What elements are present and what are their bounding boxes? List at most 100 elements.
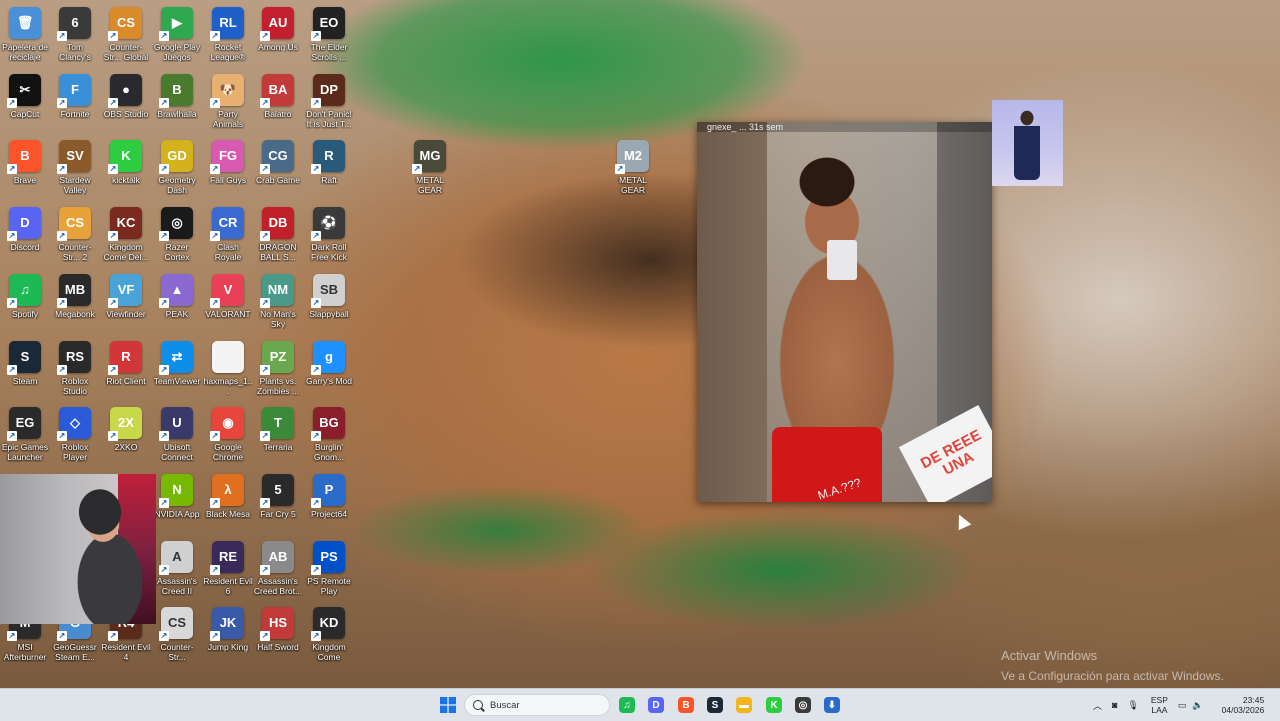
shortcut-arrow-icon: ↗ [159,564,169,575]
desktop-icon[interactable]: RL ↗ Rocket League® [203,3,253,69]
desktop-icon[interactable]: GD ↗ Geometry Dash [152,136,202,202]
desktop-icon-label: Crab Game [256,175,300,186]
desktop-icon[interactable]: ◎ ↗ Razer Cortex [152,203,202,269]
shortcut-arrow-icon: ↗ [311,231,321,242]
desktop-icon[interactable]: JK ↗ Jump King [203,603,253,669]
taskbar-search-box[interactable]: Buscar [464,694,610,716]
desktop-icon[interactable]: KD↗Kingdom Come Deliv... [304,603,354,669]
app-icon: R ↗ [108,340,142,375]
desktop-icon[interactable]: BA ↗ Balatro [253,70,303,136]
desktop-icon[interactable]: MB ↗ Megabonk [50,270,100,336]
desktop-icon[interactable]: M2↗METAL GEAR SOLID 2 So... [608,136,658,202]
desktop-icon[interactable]: ✂ ↗ CapCut [0,70,50,136]
story-image-window[interactable]: gnexe_ ... 31s sem M.A.??? DE REEE UNA [697,122,992,502]
desktop-icon[interactable]: ▲ ↗ PEAK [152,270,202,336]
desktop-icon[interactable]: SV ↗ Stardew Valley [50,136,100,202]
desktop-icon[interactable]: NM ↗ No Man's Sky [253,270,303,336]
app-icon: 2X ↗ [108,407,142,442]
microphone-icon[interactable]: 🎙 [1127,700,1138,711]
desktop-icon[interactable]: FG ↗ Fall Guys [203,136,253,202]
chevron-up-icon[interactable]: ︿ [1093,699,1102,712]
desktop-icon[interactable]: EG ↗ Epic Games Launcher [0,403,50,469]
desktop-icon[interactable]: CR ↗ Clash Royale [203,203,253,269]
desktop-icon[interactable]: K ↗ kicktalk [101,136,151,202]
desktop-icon[interactable]: N ↗ NVIDIA App [152,470,202,536]
taskbar-app-button[interactable]: ◎ [791,694,815,716]
desktop-icon[interactable]: SB ↗ Slappyball [304,270,354,336]
desktop-icon[interactable]: RS ↗ Roblox Studio [50,337,100,403]
desktop-icon[interactable]: HS ↗ Half Sword [253,603,303,669]
desktop-icon[interactable]: CS ↗ Counter-Str... 2 [50,203,100,269]
desktop-icon[interactable]: CS↗Counter-Str... Global Offe... [101,3,151,69]
desktop-icon[interactable]: R ↗ Raft [304,136,354,202]
taskbar-app-button[interactable]: D [644,694,668,716]
clock[interactable]: 23:45 04/03/2026 [1222,695,1265,715]
desktop-icon[interactable]: S ↗ Steam [0,337,50,403]
desktop-icon[interactable]: B ↗ Brave [0,136,50,202]
shortcut-arrow-icon: ↗ [57,97,67,108]
small-photo-window[interactable] [992,100,1063,186]
volume-icon[interactable]: 🔈 [1192,700,1203,711]
desktop-icon[interactable]: BG ↗ Burglin' Gnom... [304,403,354,469]
desktop-icon-label: 2XKO [114,442,138,453]
discord-tray-icon[interactable]: ◙ [1112,700,1117,710]
network-icon[interactable]: ▭ [1178,700,1187,711]
desktop-icon[interactable]: haxmaps_1... [203,337,253,403]
desktop-icon[interactable]: ⇄ ↗ TeamViewer [152,337,202,403]
desktop-icon[interactable]: RE ↗ Resident Evil 6 [203,537,253,603]
desktop-icon[interactable]: EO ↗ The Elder Scrolls ... [304,3,354,69]
desktop-icon[interactable]: VF ↗ Viewfinder [101,270,151,336]
taskbar-app-button[interactable]: K [762,694,786,716]
desktop-icon[interactable]: PS ↗ PS Remote Play [304,537,354,603]
desktop-icon-label: Brave [13,175,37,186]
desktop-icon[interactable]: DB ↗ DRAGON BALL S... [253,203,303,269]
desktop-icon[interactable]: 🗑 Papelera de reciclaje [0,3,50,69]
desktop-icon[interactable]: ◉ ↗ Google Chrome [203,403,253,469]
start-button[interactable] [436,694,460,716]
shortcut-arrow-icon: ↗ [260,431,270,442]
desktop-icon-label: Tom Clancy's Rainbow Si... [59,42,91,62]
shortcut-arrow-icon: ↗ [7,164,17,175]
desktop-icon[interactable]: A ↗ Assassin's Creed II [152,537,202,603]
desktop-icon[interactable]: R ↗ Riot Client [101,337,151,403]
desktop-icon-label: Kingdom Come Deliv... [312,642,346,663]
language-indicator[interactable]: ESP LAA [1151,695,1168,715]
app-icon: F ↗ [57,73,91,108]
desktop-icon[interactable]: ⚽↗Dark Roll Free Kick Challe... [304,203,354,269]
desktop-icon[interactable]: ♫ ↗ Spotify [0,270,50,336]
desktop-icon[interactable]: AU ↗ Among Us [253,3,303,69]
desktop-icon[interactable]: T ↗ Terraria [253,403,303,469]
app-icon: HS ↗ [260,607,294,642]
desktop-icon[interactable]: KC ↗ Kingdom Come Del... [101,203,151,269]
desktop-icon-label: Kingdom Come Del... [103,242,149,263]
desktop-icon[interactable]: ▶ ↗ Google Play Juegos [152,3,202,69]
desktop-icon[interactable]: ● ↗ OBS Studio [101,70,151,136]
desktop-icon[interactable]: 6↗Tom Clancy's Rainbow Si... [50,3,100,69]
taskbar-app-button[interactable]: ▬ [732,694,756,716]
desktop-icon[interactable]: g ↗ Garry's Mod [304,337,354,403]
desktop-icon[interactable]: MG↗METAL GEAR SOLID Δ SN... [405,136,455,202]
desktop-icon[interactable]: F ↗ Fortnite [50,70,100,136]
desktop-icon[interactable]: CG ↗ Crab Game [253,136,303,202]
desktop-icon[interactable]: DP ↗ Don't Panic! It is Just T... [304,70,354,136]
desktop-icon[interactable]: λ ↗ Black Mesa [203,470,253,536]
desktop-icon[interactable]: 5 ↗ Far Cry 5 [253,470,303,536]
small-photo-figure [1014,110,1040,180]
desktop-icon[interactable]: D ↗ Discord [0,203,50,269]
desktop-icon[interactable]: CS ↗ Counter-Str... [152,603,202,669]
desktop-icon[interactable]: AB ↗ Assassin's Creed Brot... [253,537,303,603]
app-icon: ⇄ ↗ [159,340,193,375]
desktop-icon[interactable]: ◇ ↗ Roblox Player [50,403,100,469]
desktop-icon[interactable]: 🐶 ↗ Party Animals [203,70,253,136]
desktop-icon[interactable]: 2X ↗ 2XKO [101,403,151,469]
desktop-icon[interactable]: B ↗ Brawlhalla [152,70,202,136]
desktop-icon[interactable]: PZ ↗ Plants vs. Zombies ... [253,337,303,403]
taskbar-app-button[interactable]: ♫ [615,694,639,716]
taskbar-app-button[interactable]: ⬇ [820,694,844,716]
shortcut-arrow-icon: ↗ [108,297,118,308]
desktop-icon[interactable]: V ↗ VALORANT [203,270,253,336]
taskbar-app-button[interactable]: S [703,694,727,716]
desktop-icon[interactable]: U ↗ Ubisoft Connect [152,403,202,469]
desktop-icon[interactable]: P ↗ Project64 [304,470,354,536]
taskbar-app-button[interactable]: B [674,694,698,716]
